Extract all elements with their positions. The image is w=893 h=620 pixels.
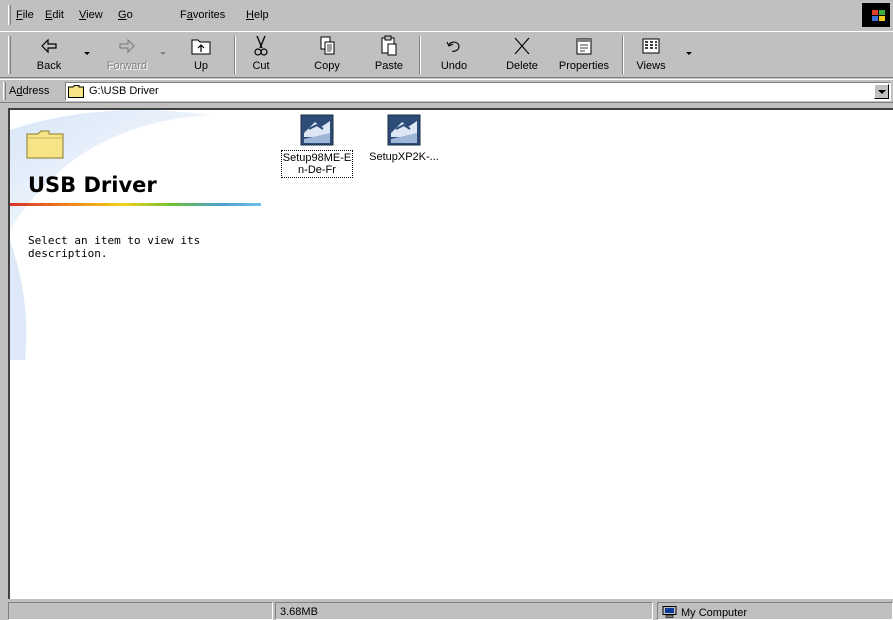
delete-button[interactable]: Delete: [500, 34, 544, 76]
title-divider: [10, 203, 261, 206]
up-label: Up: [193, 60, 209, 72]
menu-bar: File Edit View Go Favorites Help: [0, 0, 893, 30]
views-button[interactable]: Views: [632, 34, 670, 76]
undo-button[interactable]: Undo: [432, 34, 476, 76]
menu-file[interactable]: File: [16, 9, 34, 21]
installer-icon: [387, 114, 421, 146]
undo-icon: [446, 41, 460, 52]
toolbar-separator: [622, 36, 624, 74]
back-label: Back: [36, 60, 62, 72]
address-field[interactable]: [65, 82, 891, 101]
toolbar-separator: [234, 36, 236, 74]
address-bar-grip[interactable]: [3, 82, 6, 100]
forward-history-dropdown[interactable]: [160, 52, 166, 55]
folder-title: USB Driver: [28, 173, 157, 197]
zone-label: My Computer: [681, 607, 748, 619]
cut-label: Cut: [252, 60, 270, 72]
folder-view[interactable]: USB Driver Select an item to view its de…: [8, 108, 893, 599]
back-arrow-icon: [41, 38, 57, 54]
copy-icon: [320, 36, 335, 55]
menu-favorites[interactable]: Favorites: [180, 9, 225, 21]
views-grid-icon: [642, 38, 660, 54]
scissors-icon: [254, 35, 268, 56]
file-name: SetupXP2K-...: [369, 151, 439, 163]
address-label: Address: [9, 85, 50, 97]
paste-clipboard-icon: [381, 35, 397, 56]
forward-button[interactable]: Forward: [99, 34, 155, 76]
status-panel-zone: My Computer: [657, 602, 893, 620]
file-item-setupxp2k[interactable]: SetupXP2K-...: [365, 113, 443, 164]
address-input[interactable]: [89, 85, 789, 97]
properties-label: Properties: [558, 60, 610, 72]
menu-view[interactable]: View: [79, 9, 103, 21]
views-label: Views: [636, 60, 666, 72]
toolbar-grip[interactable]: [8, 36, 11, 74]
my-computer-icon: [662, 606, 677, 618]
status-panel-size: 3.68MB: [275, 602, 653, 620]
properties-icon: [576, 38, 592, 55]
delete-x-icon: [514, 37, 530, 55]
properties-button[interactable]: Properties: [555, 34, 613, 76]
menu-bar-grip[interactable]: [8, 5, 11, 25]
status-panel-message: [8, 602, 273, 620]
back-button[interactable]: Back: [26, 34, 72, 76]
menu-help[interactable]: Help: [246, 9, 269, 21]
menu-edit[interactable]: Edit: [45, 9, 64, 21]
copy-button[interactable]: Copy: [307, 34, 347, 76]
paste-label: Paste: [374, 60, 404, 72]
delete-label: Delete: [506, 60, 538, 72]
folder-up-icon: [191, 39, 211, 55]
views-dropdown[interactable]: [686, 52, 692, 55]
forward-arrow-icon: [119, 38, 135, 54]
folder-large-icon: [26, 130, 64, 159]
toolbar-separator: [419, 36, 421, 74]
copy-label: Copy: [314, 60, 340, 72]
folder-icon: [68, 85, 84, 98]
installer-icon: [300, 114, 334, 146]
windows-logo-icon: [862, 3, 890, 27]
file-item-setup98me[interactable]: Setup98ME-E n-De-Fr: [278, 113, 356, 178]
forward-label: Forward: [106, 60, 148, 72]
back-history-dropdown[interactable]: [84, 52, 90, 55]
description-text: Select an item to view its description.: [28, 234, 201, 260]
menu-go[interactable]: Go: [118, 9, 133, 21]
undo-label: Undo: [440, 60, 468, 72]
paste-button[interactable]: Paste: [369, 34, 409, 76]
status-bar: 3.68MB My Computer: [0, 601, 893, 620]
file-name: Setup98ME-E n-De-Fr: [280, 150, 354, 178]
cut-button[interactable]: Cut: [244, 34, 278, 76]
standard-toolbar: Back Forward Up Cut Copy Paste Undo Dele…: [0, 31, 893, 78]
up-button[interactable]: Up: [181, 34, 221, 76]
address-bar: Address: [0, 79, 893, 103]
address-dropdown-button[interactable]: [874, 84, 889, 99]
